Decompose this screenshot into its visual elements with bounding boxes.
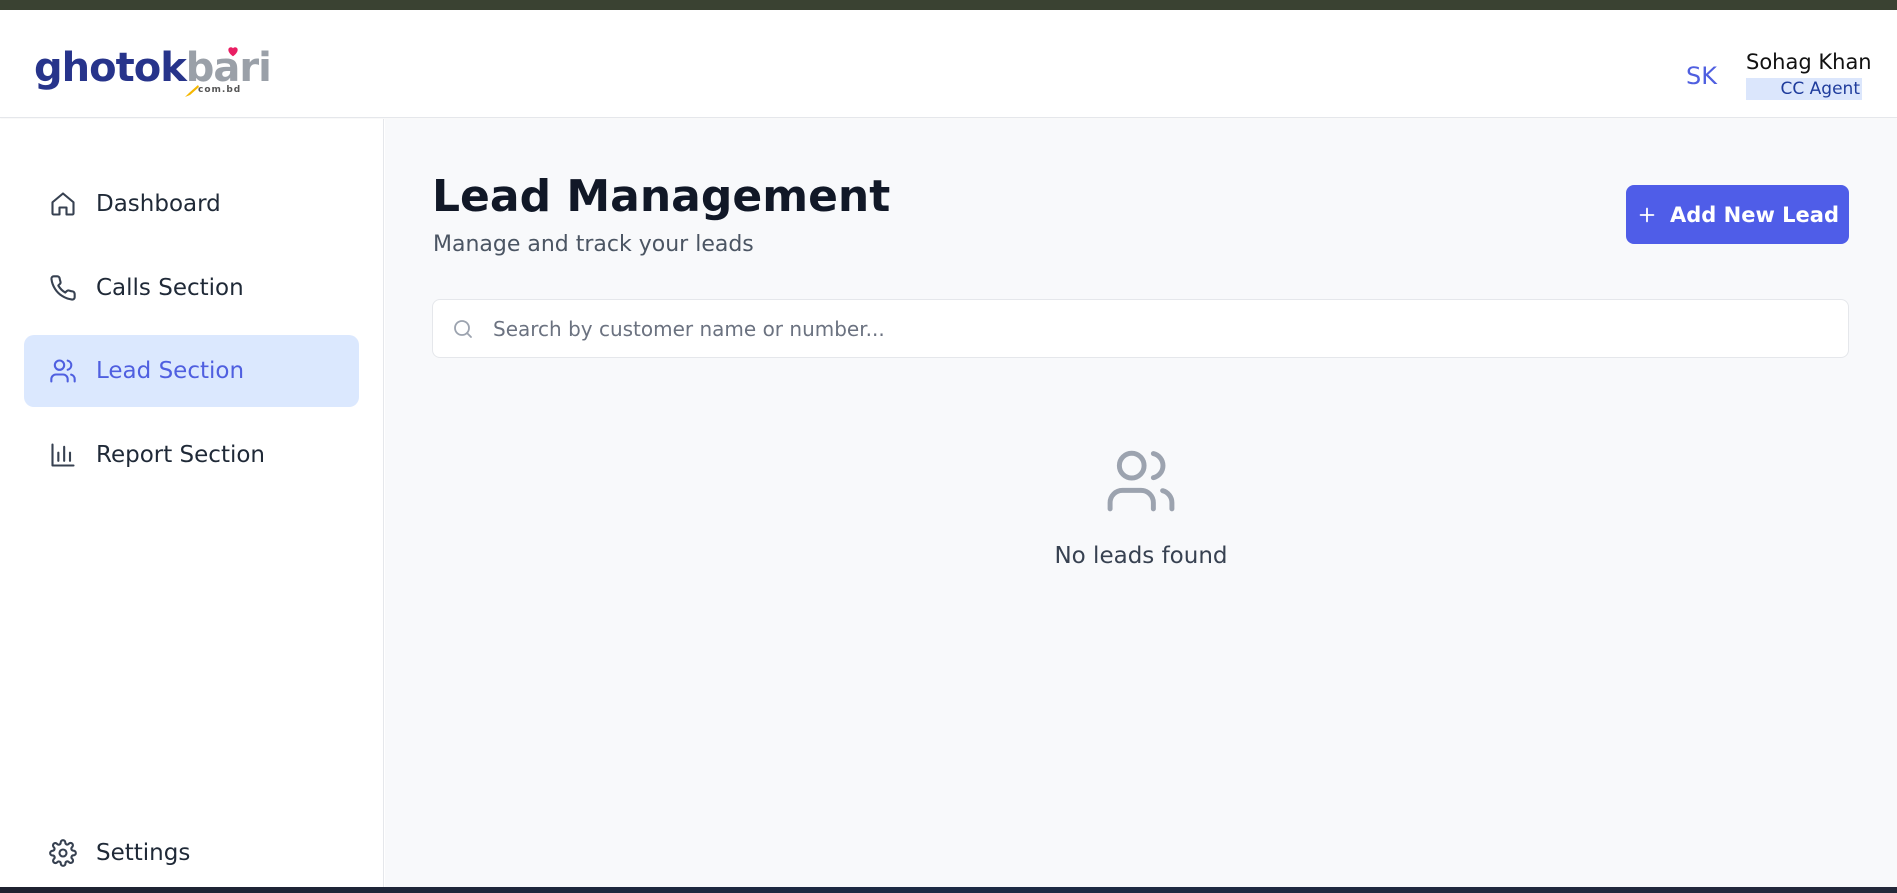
page-subtitle: Manage and track your leads [433,232,754,257]
add-new-lead-button[interactable]: Add New Lead [1626,185,1849,244]
page-title: Lead Management [432,171,891,222]
user-role-badge: CC Agent [1746,78,1862,100]
users-icon [1107,450,1175,512]
user-avatar-initials[interactable]: SK [1686,62,1717,90]
gear-icon [48,838,78,868]
sidebar-item-reports[interactable]: Report Section [24,419,359,491]
user-name: Sohag Khan [1746,50,1872,74]
main-content: Lead Management Manage and track your le… [385,119,1897,887]
sidebar-item-label: Settings [96,840,191,866]
home-icon [48,189,78,219]
empty-state-message: No leads found [1054,543,1228,569]
logo-primary-text: ghotok [34,45,187,91]
sidebar-item-settings[interactable]: Settings [24,817,359,889]
window-top-strip [0,0,1897,10]
sidebar-item-label: Dashboard [96,191,221,217]
sidebar-item-dashboard[interactable]: Dashboard [24,168,359,240]
app-header: ghotokbari com.bd SK Sohag Khan CC Agent [0,10,1897,118]
search-icon [454,320,472,338]
sidebar-item-label: Report Section [96,442,266,468]
bar-chart-icon [48,440,78,470]
sidebar-item-calls[interactable]: Calls Section [24,252,359,324]
phone-icon [48,273,78,303]
brand-logo[interactable]: ghotokbari com.bd [34,38,272,98]
window-bottom-strip [0,887,1897,893]
users-icon [48,356,78,386]
search-bar [432,299,1849,358]
sidebar-item-label: Lead Section [96,358,245,384]
heart-icon [228,47,238,57]
sidebar: Dashboard Calls Section Lead Section Rep… [0,119,384,887]
plus-icon [1639,207,1655,222]
search-input[interactable] [493,300,1833,357]
add-new-lead-label: Add New Lead [1670,202,1839,227]
sidebar-item-leads[interactable]: Lead Section [24,335,359,407]
sidebar-item-label: Calls Section [96,275,244,301]
logo-domain-suffix: com.bd [198,85,242,95]
